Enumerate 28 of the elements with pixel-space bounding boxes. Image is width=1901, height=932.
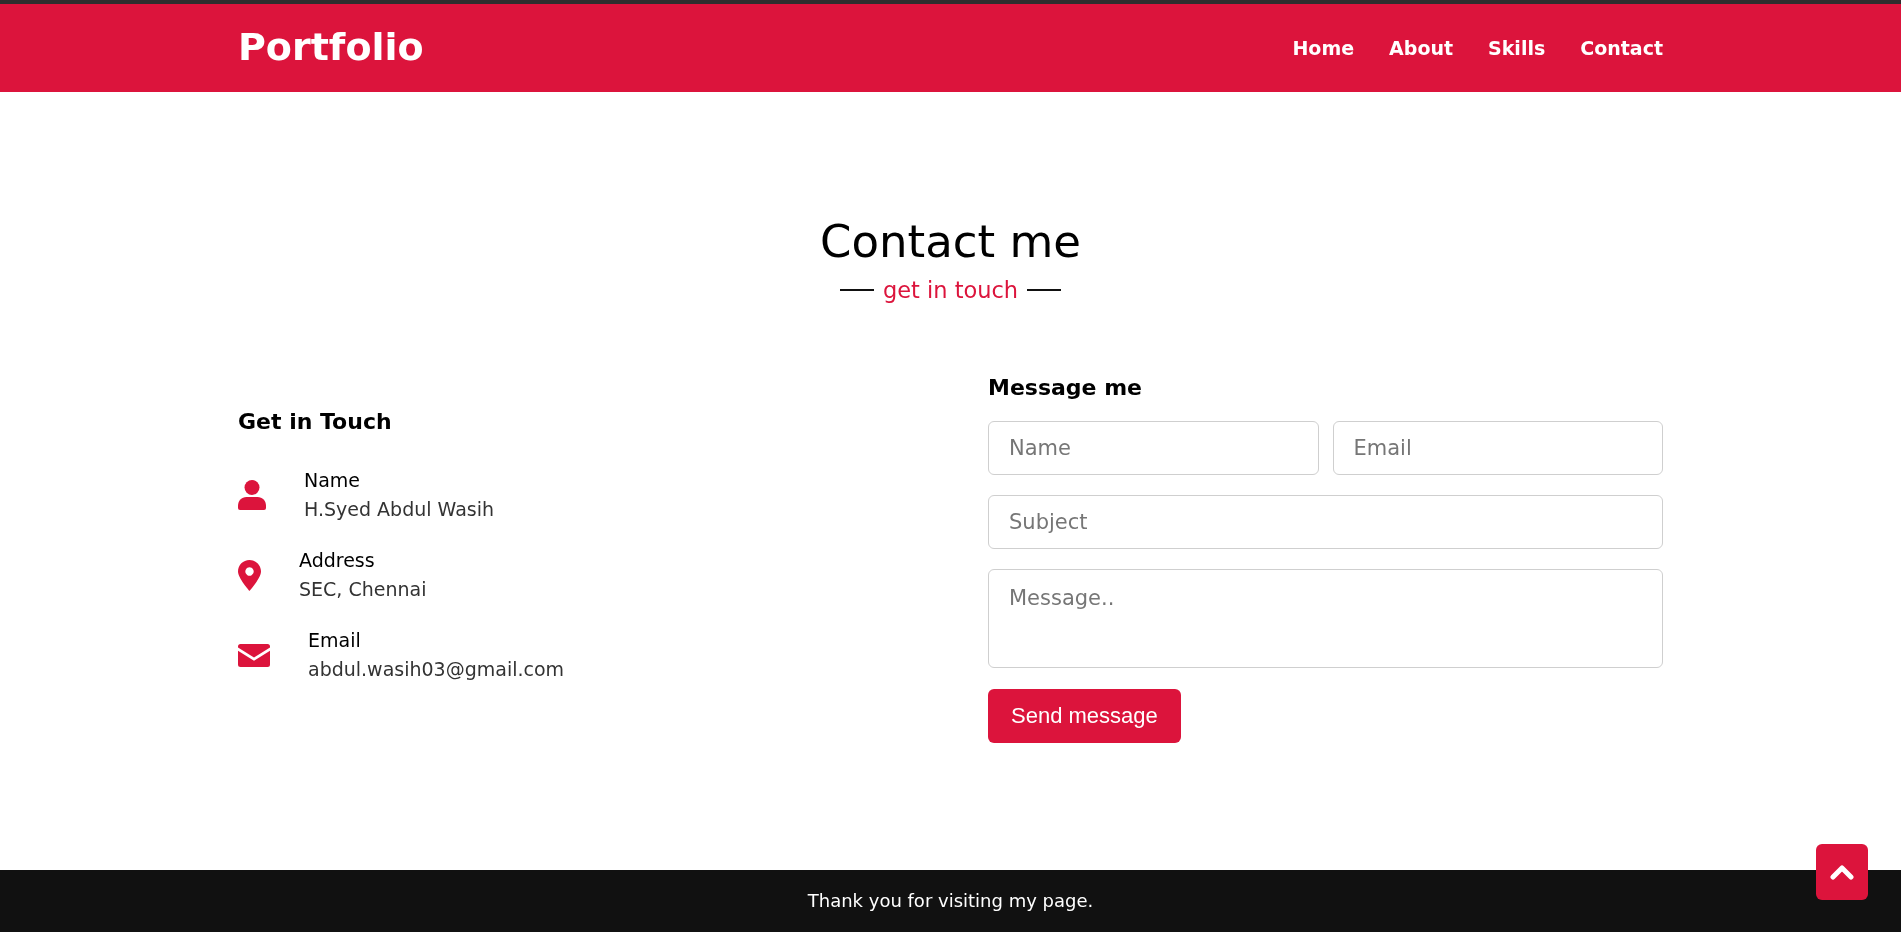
footer-text: Thank you for visiting my page. <box>807 889 1094 913</box>
site-logo[interactable]: Portfolio <box>238 25 424 71</box>
info-label: Address <box>299 548 376 573</box>
section-subtitle: get in touch <box>882 276 1019 304</box>
nav-link[interactable]: About <box>1389 35 1454 61</box>
person-icon <box>238 480 266 510</box>
info-heading: Get in Touch <box>238 408 393 436</box>
nav-link[interactable]: Home <box>1292 35 1355 61</box>
text-input[interactable]: Email <box>1332 421 1663 475</box>
text-input[interactable]: Name <box>988 421 1319 475</box>
info-label: Email <box>308 628 362 653</box>
map-pin-icon <box>238 559 261 591</box>
form-heading: Message me <box>988 374 1144 402</box>
decorative-line <box>1027 289 1062 291</box>
envelope-icon <box>238 643 270 667</box>
section-title: Contact me <box>819 215 1082 269</box>
chevron-up-icon <box>1830 864 1854 880</box>
text-input[interactable]: Subject <box>988 495 1663 549</box>
info-value: SEC, Chennai <box>299 577 427 602</box>
info-value: abdul.wasih03@gmail.com <box>308 657 565 682</box>
info-label: Name <box>304 468 362 493</box>
send-button[interactable]: Send message <box>988 689 1181 743</box>
nav-link[interactable]: Skills <box>1488 35 1546 61</box>
info-value: H.Syed Abdul Wasih <box>304 497 494 522</box>
decorative-line <box>839 289 874 291</box>
message-textarea[interactable]: Message.. <box>988 569 1663 668</box>
scroll-top-button[interactable] <box>1816 844 1868 900</box>
nav-link[interactable]: Contact <box>1580 35 1663 61</box>
